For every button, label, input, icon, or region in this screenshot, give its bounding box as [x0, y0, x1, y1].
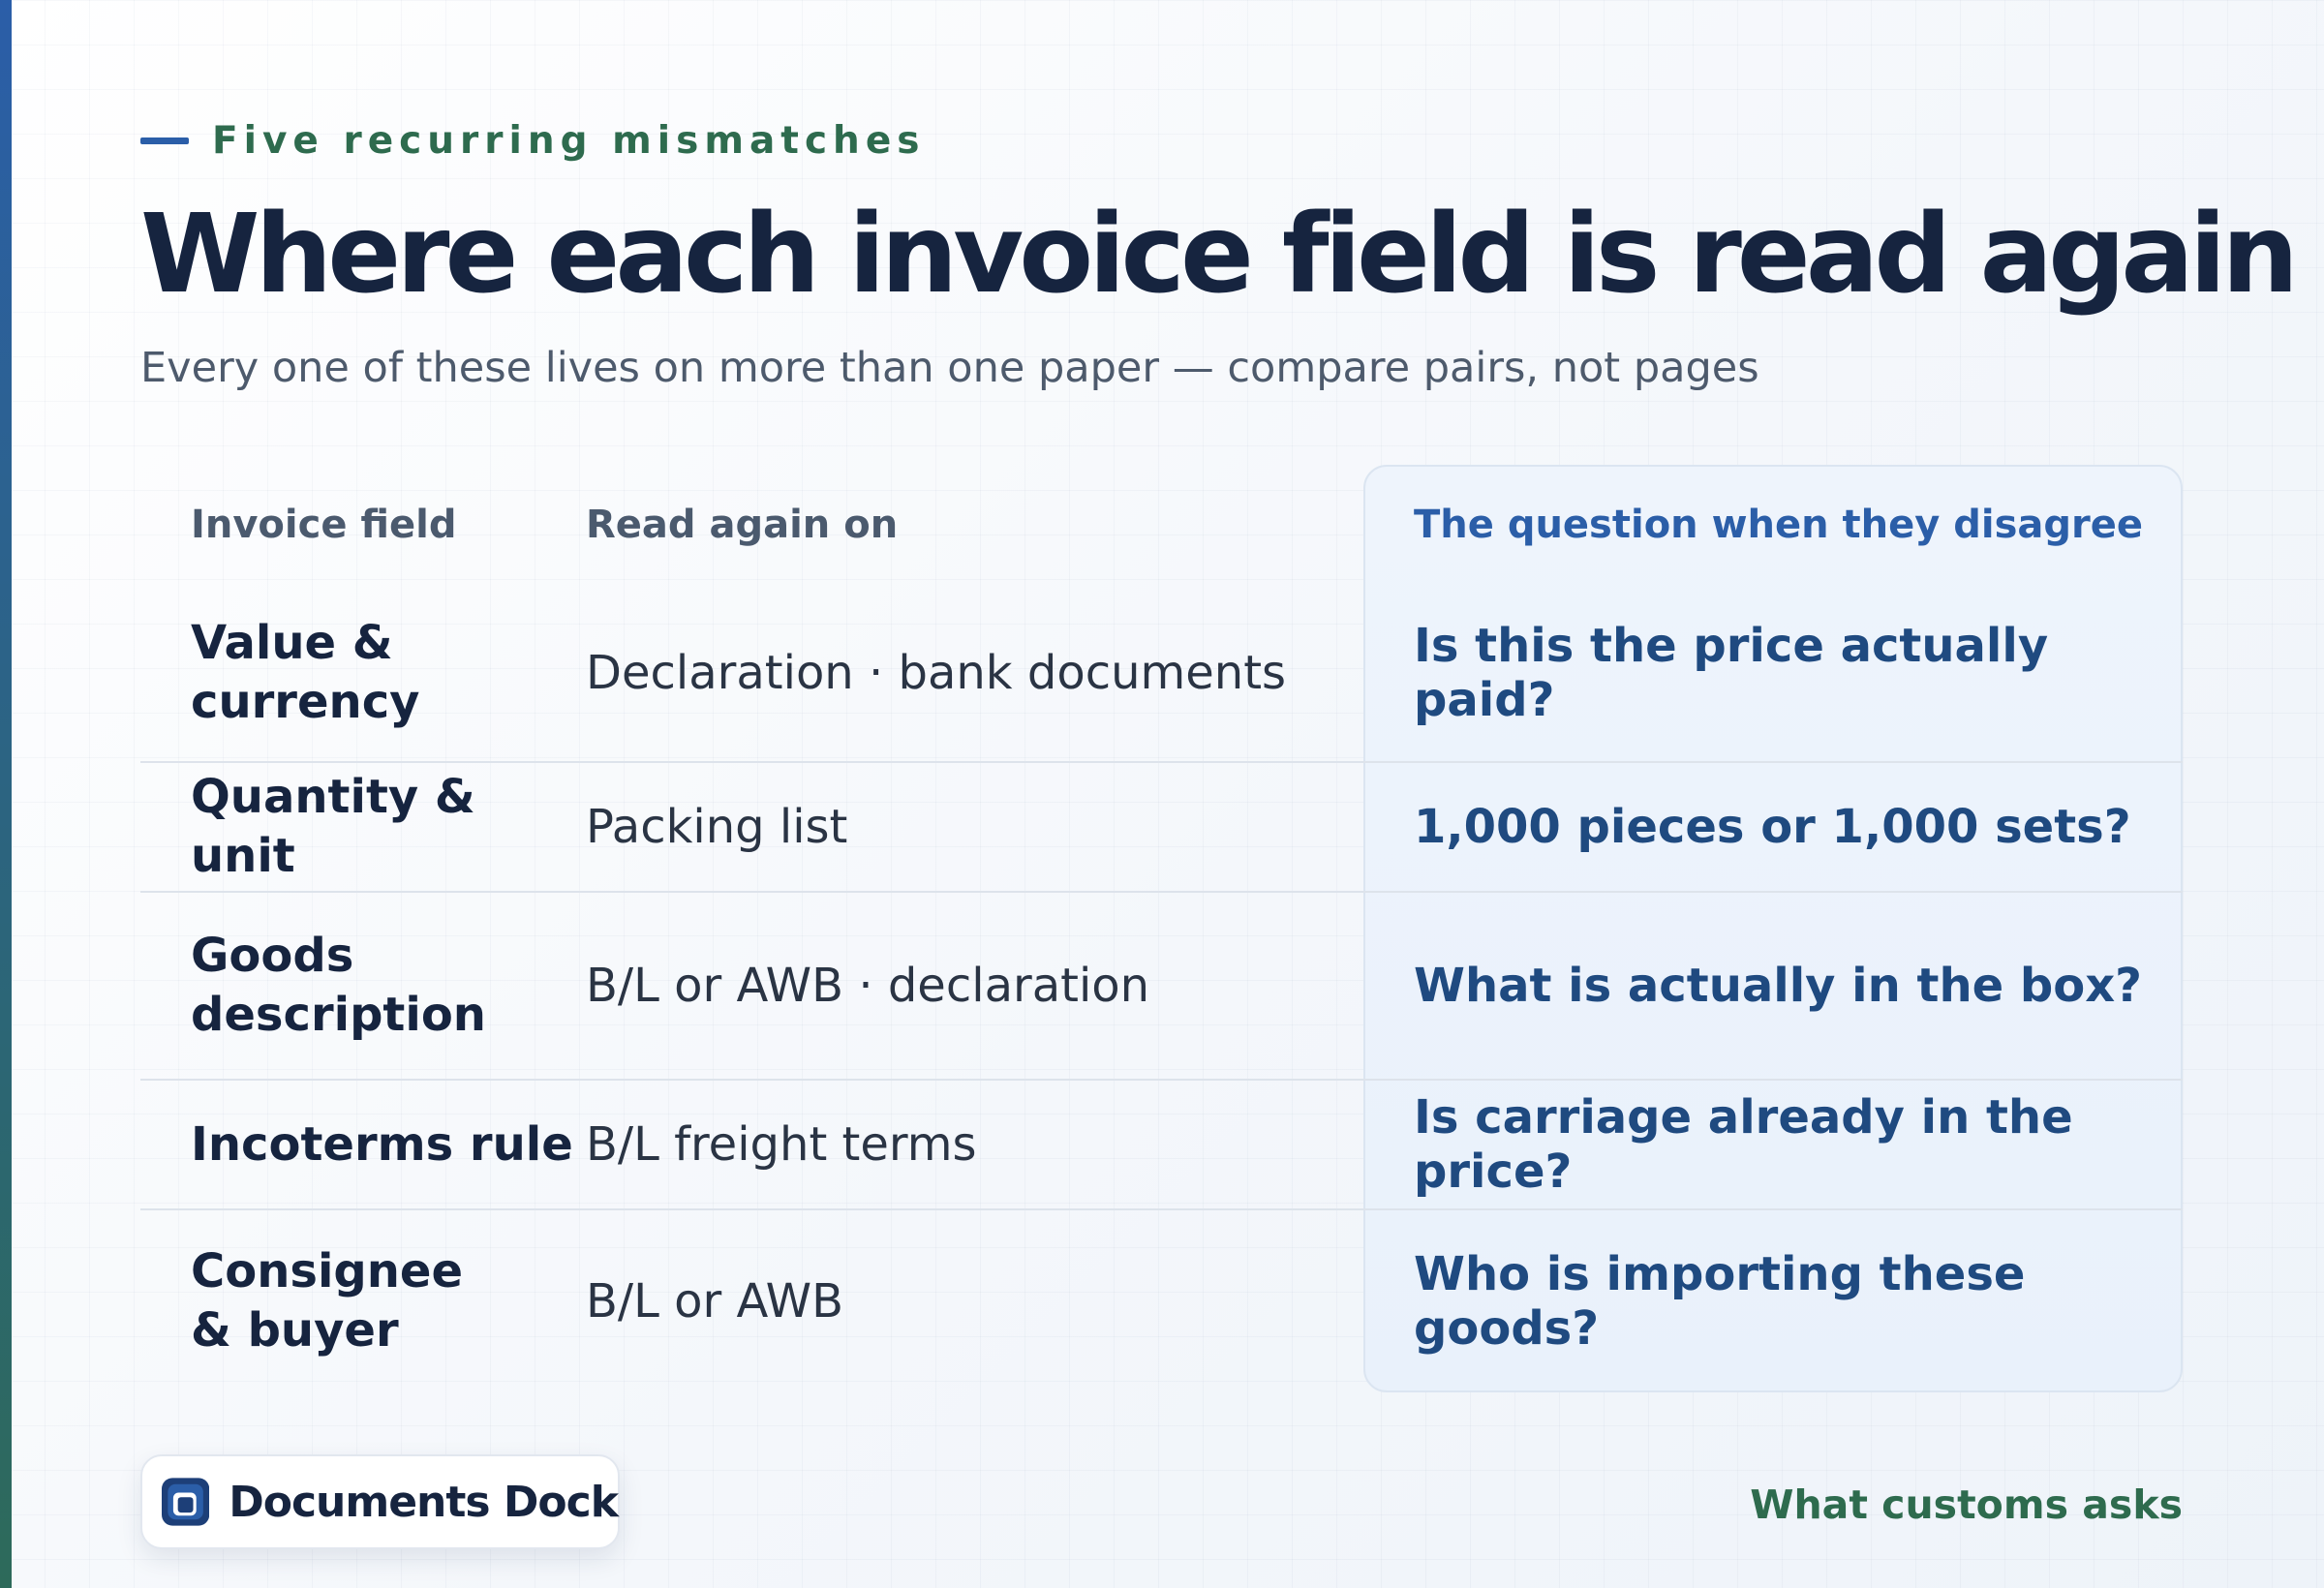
question-cell: 1,000 pieces or 1,000 sets? — [1414, 800, 2131, 854]
invoice-field-cell: Incoterms rule — [191, 1116, 573, 1172]
read-again-on-cell: B/L or AWB — [586, 1274, 844, 1328]
invoice-field-cell: Quantity & unit — [191, 770, 475, 883]
brand-badge[interactable]: Documents Dock — [140, 1454, 620, 1549]
table-header-row: Invoice field Read again on The question… — [140, 465, 2183, 585]
invoice-field-cell: Goods description — [191, 929, 486, 1042]
read-again-on-cell: B/L freight terms — [586, 1117, 977, 1172]
question-cell: Is carriage already in the price? — [1414, 1090, 2073, 1199]
document-stack-logo-icon — [162, 1478, 210, 1526]
footer-label: What customs asks — [1750, 1481, 2183, 1528]
table-row: Quantity & unit Packing list 1,000 piece… — [140, 761, 2183, 891]
column-header-invoice-field: Invoice field — [191, 503, 457, 547]
brand-name: Documents Dock — [229, 1477, 619, 1527]
invoice-field-cell: Consignee & buyer — [191, 1244, 464, 1358]
eyebrow-text: Five recurring mismatches — [212, 118, 926, 163]
column-header-read-again-on: Read again on — [586, 503, 899, 547]
table-row: Goods description B/L or AWB · declarati… — [140, 891, 2183, 1079]
mismatch-table: Invoice field Read again on The question… — [140, 465, 2183, 1392]
read-again-on-cell: Packing list — [586, 800, 848, 854]
read-again-on-cell: B/L or AWB · declaration — [586, 959, 1150, 1013]
invoice-field-cell: Value & currency — [191, 616, 420, 729]
question-cell: What is actually in the box? — [1414, 959, 2143, 1013]
eyebrow-dash — [140, 137, 189, 144]
read-again-on-cell: Declaration · bank documents — [586, 646, 1287, 700]
left-accent-bar — [0, 0, 12, 1588]
question-cell: Who is importing these goods? — [1414, 1247, 2026, 1356]
column-header-question: The question when they disagree — [1414, 503, 2144, 547]
table-row: Incoterms rule B/L freight terms Is carr… — [140, 1079, 2183, 1208]
table-row: Consignee & buyer B/L or AWB Who is impo… — [140, 1208, 2183, 1392]
page-title: Where each invoice field is read again — [140, 192, 2299, 318]
page-subtitle: Every one of these lives on more than on… — [140, 344, 1759, 392]
question-cell: Is this the price actually paid? — [1414, 619, 2049, 727]
table-row: Value & currency Declaration · bank docu… — [140, 585, 2183, 761]
eyebrow: Five recurring mismatches — [140, 114, 926, 167]
